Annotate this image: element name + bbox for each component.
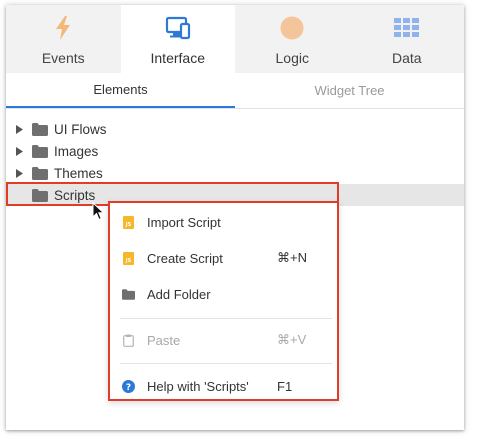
menu-item-label: Import Script [147, 214, 221, 230]
expand-arrow-icon[interactable] [16, 146, 24, 156]
editor-panel: Events Interface Logic Data Elements Wid… [6, 5, 464, 430]
tab-data[interactable]: Data [350, 5, 465, 73]
menu-item-label: Add Folder [147, 286, 211, 302]
help-icon: ? [121, 379, 135, 393]
tab-label: Data [391, 50, 422, 66]
menu-item-label: Create Script [147, 250, 223, 266]
sub-tab-bar: Elements Widget Tree [6, 73, 464, 109]
tab-label: Logic [275, 50, 309, 66]
tree-item-label: Themes [54, 165, 103, 181]
clipboard-icon [121, 334, 135, 347]
lightning-icon [55, 15, 71, 41]
menu-item-label: Paste [147, 332, 181, 348]
menu-item-shortcut: ⌘+N [277, 250, 307, 265]
folder-icon [32, 122, 48, 136]
menu-item-create-script[interactable]: JS Create Script ⌘+N [110, 243, 337, 273]
logic-circle-icon [280, 15, 304, 41]
js-file-icon: JS [121, 251, 135, 265]
data-grid-icon [393, 15, 420, 41]
tab-events[interactable]: Events [6, 5, 121, 73]
mouse-pointer-icon [92, 201, 105, 226]
menu-item-label: Help with 'Scripts' [147, 378, 249, 394]
menu-item-shortcut: ⌘+V [277, 332, 307, 347]
menu-separator [120, 363, 332, 364]
menu-item-shortcut: F1 [277, 378, 293, 394]
tab-interface[interactable]: Interface [120, 5, 235, 73]
menu-item-import-script[interactable]: JS Import Script [110, 207, 337, 237]
folder-icon [32, 144, 48, 158]
devices-icon [165, 15, 191, 41]
tab-label: Events [41, 50, 85, 66]
subtab-widget-tree[interactable]: Widget Tree [235, 73, 464, 108]
expand-arrow-icon[interactable] [16, 168, 24, 178]
js-file-icon: JS [121, 215, 135, 229]
tab-logic[interactable]: Logic [235, 5, 350, 73]
folder-icon [121, 288, 135, 300]
menu-separator [120, 318, 332, 319]
subtab-elements[interactable]: Elements [6, 73, 235, 108]
tree-item-themes[interactable]: Themes [6, 162, 464, 184]
context-menu: JS Import Script JS Create Script ⌘+N Ad… [108, 201, 339, 401]
top-tab-bar: Events Interface Logic Data [6, 5, 464, 73]
menu-item-paste[interactable]: Paste ⌘+V [110, 325, 337, 355]
menu-item-add-folder[interactable]: Add Folder [110, 279, 337, 309]
tree-item-ui-flows[interactable]: UI Flows [6, 118, 464, 140]
tab-label: Interface [150, 50, 205, 66]
svg-text:?: ? [125, 383, 130, 393]
tree-item-label: Images [54, 143, 99, 159]
tree-item-label: UI Flows [54, 121, 107, 137]
svg-text:JS: JS [124, 258, 131, 264]
expand-arrow-icon[interactable] [16, 124, 24, 134]
menu-item-help-scripts[interactable]: ? Help with 'Scripts' F1 [110, 371, 337, 401]
tree-item-images[interactable]: Images [6, 140, 464, 162]
folder-icon [32, 166, 48, 180]
svg-text:JS: JS [124, 222, 131, 228]
